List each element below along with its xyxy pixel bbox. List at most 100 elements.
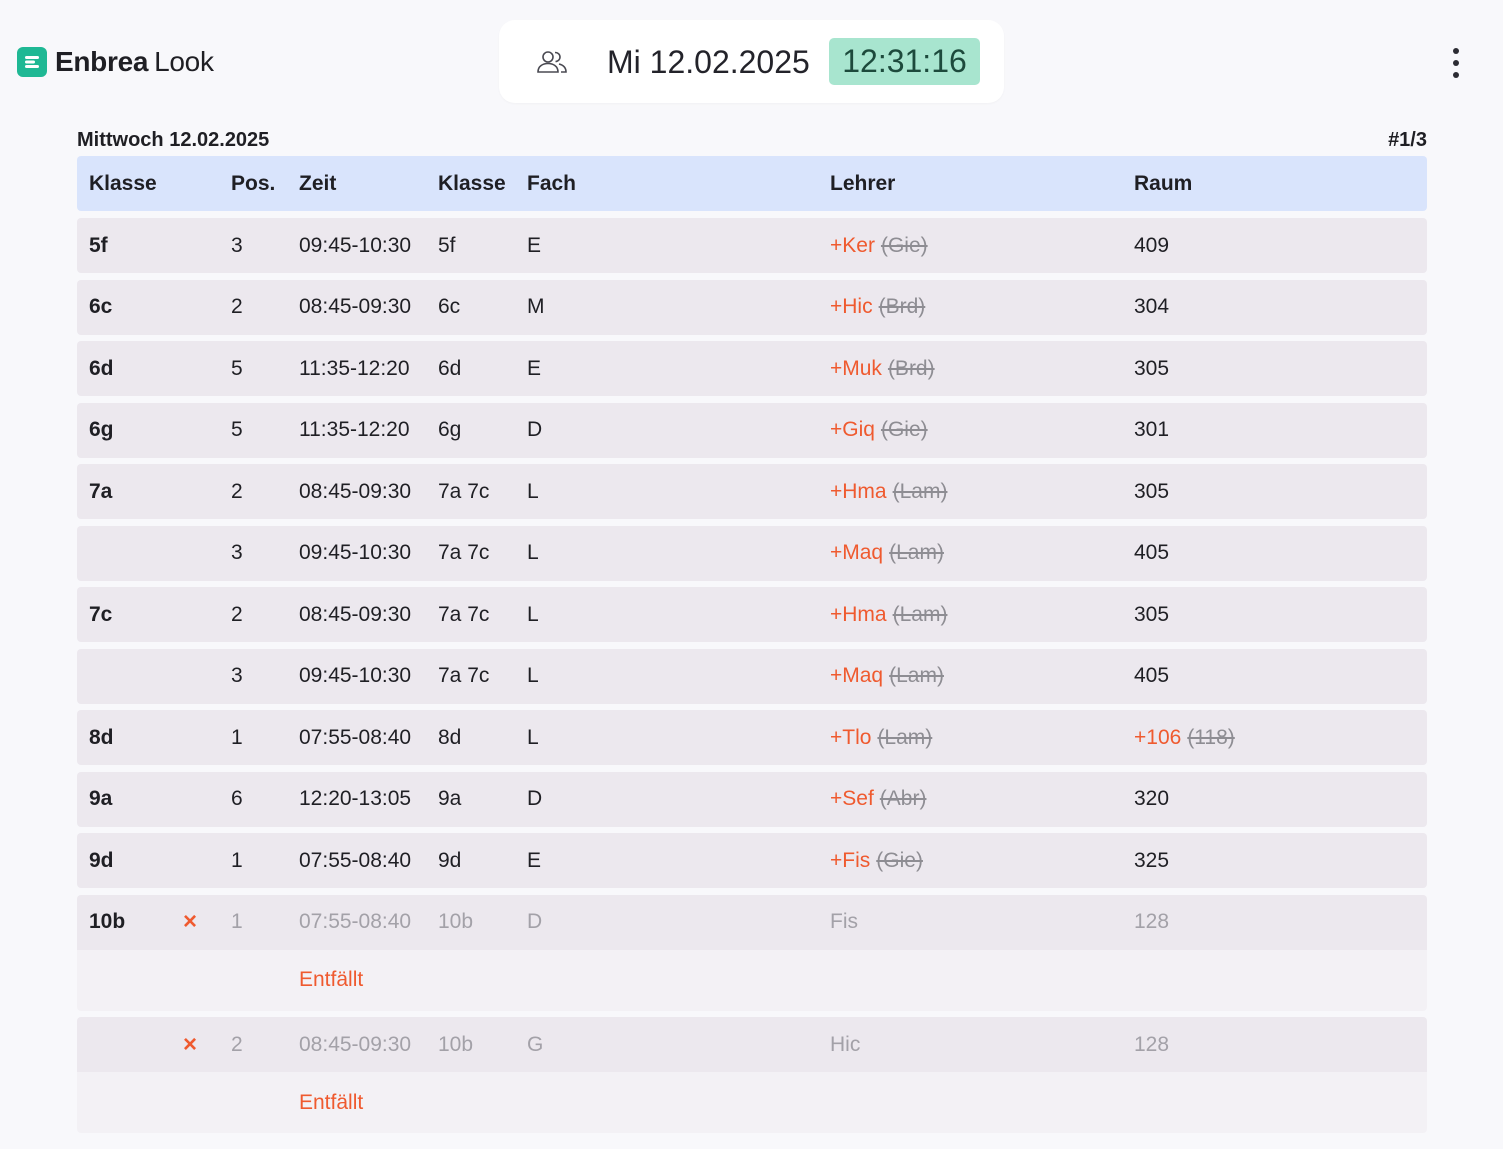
cell-klasse2: 8d bbox=[438, 725, 462, 749]
cell-fach: G bbox=[527, 1032, 544, 1056]
table-row: 5f 3 09:45-10:30 5f E +Ker (Gie) 409 bbox=[77, 218, 1427, 273]
cell-raum: 409 bbox=[1134, 233, 1170, 257]
cell-raum: 301 bbox=[1134, 418, 1170, 441]
cell-raum: 128 bbox=[1134, 910, 1170, 933]
cell-zeit: 09:45-10:30 bbox=[299, 541, 412, 564]
original-teacher: (Gie) bbox=[876, 848, 923, 872]
cell-fach: D bbox=[527, 910, 543, 933]
cell-fach: L bbox=[527, 602, 539, 626]
original-teacher: (Lam) bbox=[892, 479, 948, 503]
cell-fach: L bbox=[527, 479, 539, 503]
cell-klasse2: 7a 7c bbox=[438, 664, 490, 687]
cell-fach: M bbox=[527, 295, 545, 318]
cell-zeit: 11:35-12:20 bbox=[299, 356, 410, 380]
cancelled-row: × 2 08:45-09:30 10b G Hic 128 bbox=[77, 1017, 1427, 1072]
current-date: Mi 12.02.2025 bbox=[607, 44, 810, 80]
enbrea-logo-icon bbox=[17, 47, 47, 77]
cell-pos: 1 bbox=[231, 725, 243, 749]
substitution-table: Klasse Pos. Zeit Klasse Fach Lehrer Raum… bbox=[77, 156, 1427, 1140]
substitute-teacher: +Muk bbox=[830, 356, 882, 380]
original-teacher: (Abr) bbox=[879, 787, 927, 810]
day-title: Mittwoch 12.02.2025 bbox=[77, 129, 270, 151]
table-row: 6g 5 11:35-12:20 6g D +Giq (Gie) 301 bbox=[77, 402, 1427, 458]
original-teacher: (Lam) bbox=[889, 541, 944, 564]
cell-fach: E bbox=[527, 356, 542, 380]
brand-name-light: Look bbox=[154, 46, 214, 77]
substitute-room: +106 bbox=[1134, 725, 1182, 749]
cell-klasse: 6g bbox=[89, 418, 114, 441]
table-row: 7c 2 08:45-09:30 7a 7c L +Hma (Lam) 305 bbox=[77, 587, 1427, 642]
cell-pos: 2 bbox=[231, 479, 243, 503]
col-header-fach: Fach bbox=[527, 171, 577, 195]
cell-lehrer: +Ker (Gie) bbox=[830, 218, 928, 273]
cell-lehrer: +Hic (Brd) bbox=[830, 280, 925, 335]
cell-klasse: 7a bbox=[89, 479, 113, 503]
cell-klasse2: 6g bbox=[438, 418, 462, 441]
cell-raum: 305 bbox=[1134, 602, 1170, 626]
cell-klasse2: 6c bbox=[438, 295, 461, 318]
cell-lehrer: +Maq (Lam) bbox=[830, 526, 944, 581]
cell-raum: 304 bbox=[1134, 295, 1170, 318]
cancellation-note-row: Entfällt bbox=[77, 949, 1427, 1011]
table-row: 6c 2 08:45-09:30 6c M +Hic (Brd) 304 bbox=[77, 279, 1427, 335]
cell-pos: 2 bbox=[231, 295, 243, 318]
cell-lehrer: +Hma (Lam) bbox=[830, 464, 947, 519]
clock-card: Mi 12.02.2025 12:31:16 bbox=[499, 20, 1004, 103]
col-header-zeit: Zeit bbox=[299, 171, 337, 195]
cell-fach: L bbox=[527, 541, 539, 564]
substitute-teacher: +Hma bbox=[830, 479, 887, 503]
cell-zeit: 08:45-09:30 bbox=[299, 602, 412, 626]
cell-lehrer: +Sef (Abr) bbox=[830, 772, 926, 827]
table-row: 9d 1 07:55-08:40 9d E +Fis (Gie) 325 bbox=[77, 833, 1427, 888]
cell-klasse: 8d bbox=[89, 725, 114, 749]
app-title: Enbrea Look bbox=[55, 46, 214, 78]
table-row: 3 09:45-10:30 7a 7c L +Maq (Lam) 405 bbox=[77, 525, 1427, 581]
cell-zeit: 09:45-10:30 bbox=[299, 233, 412, 257]
cell-raum: 305 bbox=[1134, 479, 1170, 503]
cell-pos: 6 bbox=[231, 787, 243, 810]
cell-klasse2: 9a bbox=[438, 787, 462, 810]
cell-klasse: 9d bbox=[89, 848, 114, 872]
cell-zeit: 11:35-12:20 bbox=[299, 418, 410, 441]
cancellation-note: Entfällt bbox=[299, 1090, 364, 1114]
cell-klasse2: 6d bbox=[438, 356, 462, 380]
cell-lehrer: +Giq (Gie) bbox=[830, 403, 928, 458]
cell-klasse: 6d bbox=[89, 356, 114, 380]
cell-raum: 405 bbox=[1134, 541, 1170, 564]
cell-klasse: 9a bbox=[89, 787, 113, 810]
substitute-teacher: +Tlo bbox=[830, 725, 872, 749]
cell-klasse: 7c bbox=[89, 602, 113, 626]
cell-lehrer: +Hma (Lam) bbox=[830, 587, 947, 642]
cell-pos: 5 bbox=[231, 356, 243, 380]
original-teacher: (Gie) bbox=[880, 233, 928, 257]
more-vertical-icon[interactable] bbox=[1444, 48, 1468, 78]
cell-lehrer: +Fis (Gie) bbox=[830, 833, 923, 888]
cell-zeit: 08:45-09:30 bbox=[299, 479, 412, 503]
original-teacher: (Gie) bbox=[880, 418, 928, 441]
original-teacher: (Brd) bbox=[887, 356, 935, 380]
table-row: 6d 5 11:35-12:20 6d E +Muk (Brd) 305 bbox=[77, 341, 1427, 396]
substitute-teacher: +Ker bbox=[830, 233, 875, 257]
cell-raum: 320 bbox=[1134, 787, 1170, 810]
cell-pos: 3 bbox=[231, 233, 243, 257]
cell-klasse2: 10b bbox=[438, 910, 474, 933]
table-header: Klasse Pos. Zeit Klasse Fach Lehrer Raum bbox=[77, 156, 1427, 211]
cell-klasse2: 9d bbox=[438, 848, 462, 872]
col-header-pos: Pos. bbox=[231, 171, 276, 195]
table-row: 9a 6 12:20-13:05 9a D +Sef (Abr) 320 bbox=[77, 771, 1427, 827]
users-icon[interactable] bbox=[535, 48, 569, 76]
cell-zeit: 07:55-08:40 bbox=[299, 725, 412, 749]
cell-raum: +106 (118) bbox=[1134, 710, 1235, 765]
cell-klasse: 10b bbox=[89, 910, 126, 933]
substitute-teacher: +Maq bbox=[830, 541, 884, 564]
col-header-klasse: Klasse bbox=[89, 171, 157, 195]
cell-klasse2: 5f bbox=[438, 233, 456, 257]
col-header-lehrer: Lehrer bbox=[830, 171, 896, 195]
day-heading: Mittwoch 12.02.2025 #1/3 bbox=[77, 128, 1427, 152]
cell-lehrer: +Tlo (Lam) bbox=[830, 710, 932, 765]
cell-lehrer: +Muk (Brd) bbox=[830, 341, 935, 396]
cell-pos: 5 bbox=[231, 418, 243, 441]
substitute-teacher: +Hma bbox=[830, 602, 887, 626]
cell-lehrer: Fis bbox=[830, 910, 858, 933]
substitute-teacher: +Fis bbox=[830, 848, 871, 872]
